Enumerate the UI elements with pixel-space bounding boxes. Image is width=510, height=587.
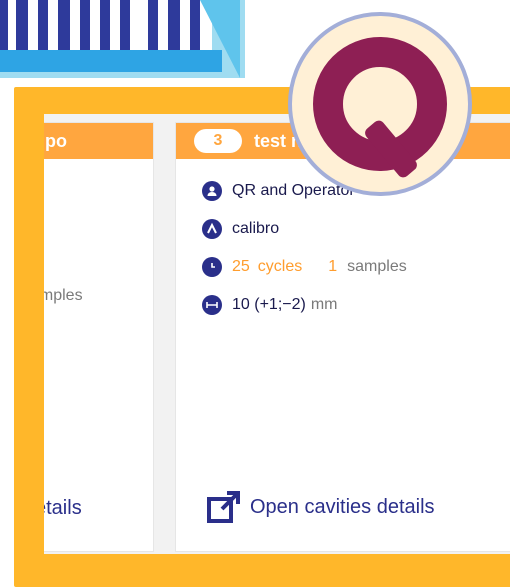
- tolerance-row: 10 (+1;−2) mm: [202, 295, 337, 315]
- open-details-link[interactable]: etails: [44, 497, 82, 520]
- card-title: po: [45, 130, 67, 151]
- cycles-label: cycles: [257, 258, 303, 275]
- samples-label: samples: [347, 258, 407, 275]
- tolerance-unit: mm: [310, 296, 338, 313]
- caliper-icon: [202, 219, 222, 239]
- samples-value: 1: [328, 258, 338, 275]
- card-header: po: [44, 123, 153, 159]
- open-cavities-details-link[interactable]: Open cavities details: [206, 489, 435, 525]
- test-number-badge: 3: [194, 129, 242, 153]
- tolerance-value: 10 (+1;−2): [232, 296, 306, 313]
- tool-text: calibro: [232, 220, 280, 237]
- user-icon: [202, 181, 222, 201]
- cycles-value: 25: [232, 258, 250, 275]
- q-logo: [288, 12, 472, 196]
- tool-row: calibro: [202, 219, 279, 239]
- samples-label: amples: [44, 287, 83, 304]
- q-logo-icon: [313, 37, 447, 178]
- test-card-left[interactable]: po amples etails: [44, 122, 154, 552]
- external-link-icon: [207, 491, 240, 523]
- open-cavities-details-label: Open cavities details: [250, 495, 435, 518]
- clock-icon: [202, 257, 222, 277]
- dimension-icon: [202, 295, 222, 315]
- cycles-row: 25 cycles 1 samples: [202, 257, 407, 277]
- header-illustration: [0, 0, 245, 78]
